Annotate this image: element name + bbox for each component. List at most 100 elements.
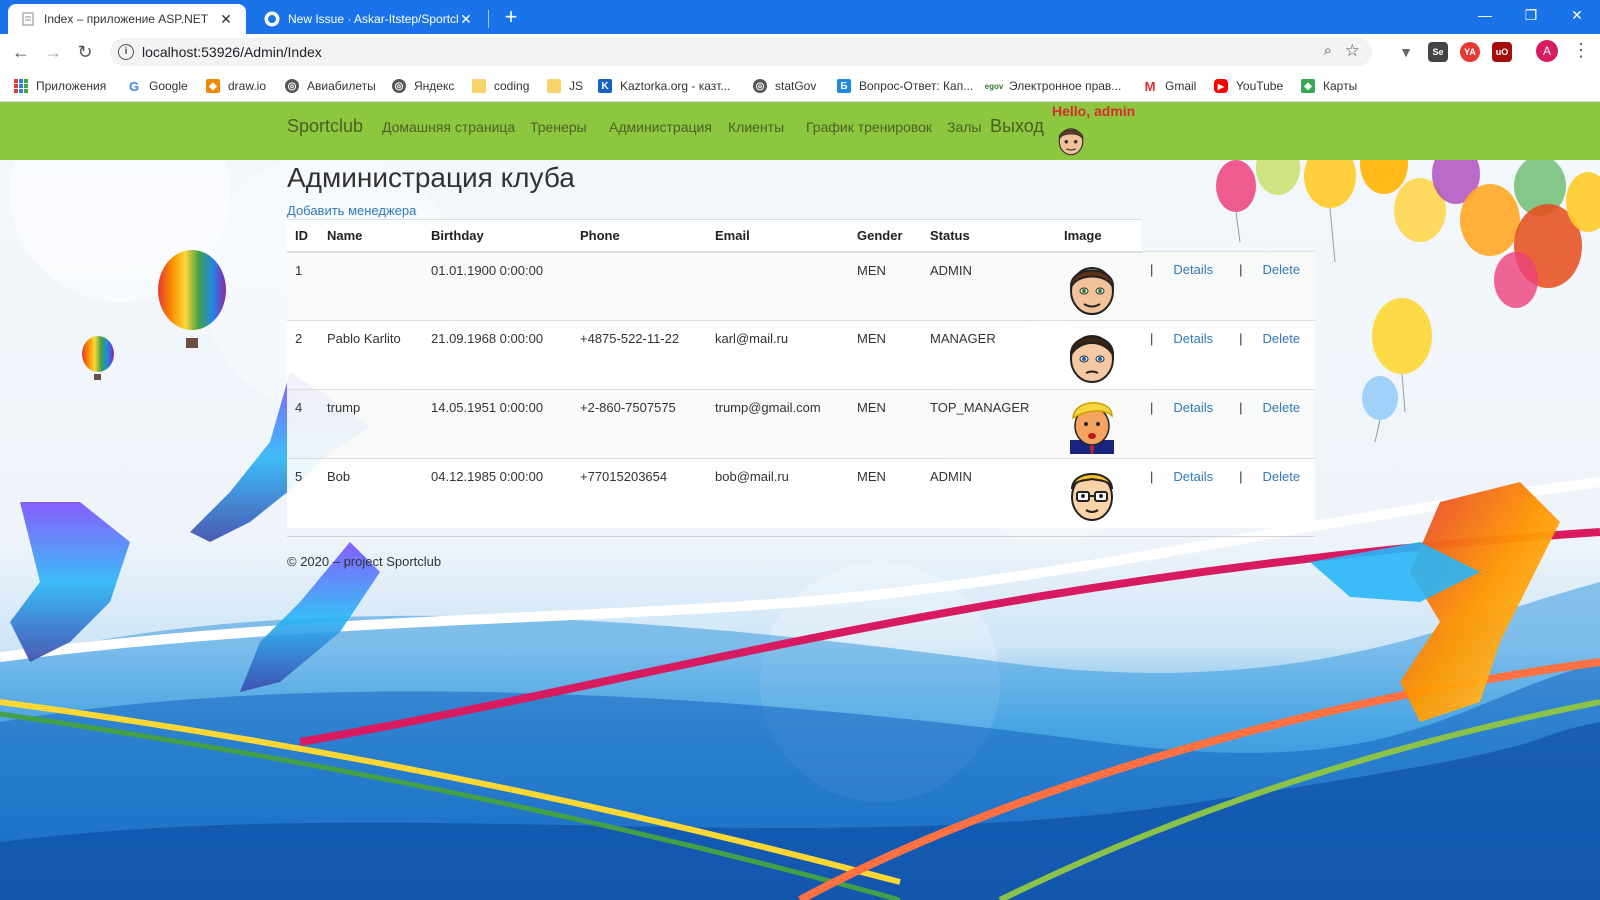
folder-icon	[472, 79, 486, 93]
nav-home[interactable]: Домашняя страница	[382, 119, 515, 135]
egov-icon: egov	[984, 81, 1004, 91]
delete-link[interactable]: Delete	[1263, 331, 1301, 346]
address-bar[interactable]: i localhost:53926/Admin/Index ⌕ ☆	[110, 38, 1372, 66]
bookmark-vopros-otvet[interactable]: Б Вопрос-Ответ: Кап...	[837, 77, 973, 95]
bookmark-drawio[interactable]: ◆ draw.io	[206, 77, 266, 95]
back-arrow-icon[interactable]: ←	[8, 39, 34, 65]
cell-phone: +4875-522-11-22	[572, 320, 707, 390]
url-text[interactable]: localhost:53926/Admin/Index	[142, 44, 322, 60]
cell-birthday: 14.05.1951 0:00:00	[423, 389, 572, 459]
cell-email	[707, 251, 849, 321]
bookmark-label: JS	[569, 79, 584, 93]
bookmark-maps[interactable]: ◈ Карты	[1301, 77, 1357, 95]
nav-trainers[interactable]: Тренеры	[530, 119, 587, 135]
separator: |	[1239, 400, 1243, 415]
bookmark-kaztorka[interactable]: K Kaztorka.org - казт...	[598, 77, 730, 95]
column-header-id: ID	[287, 219, 319, 253]
bookmark-google[interactable]: G Google	[127, 77, 188, 95]
user-avatar[interactable]	[1054, 123, 1088, 157]
cell-id: 1	[287, 251, 319, 321]
details-link[interactable]: Details	[1173, 262, 1213, 277]
bookmark-yandex[interactable]: ◎ Яндекс	[392, 77, 454, 95]
vue-devtools-icon[interactable]: ▼	[1396, 42, 1416, 62]
apps-grid-icon	[14, 79, 28, 93]
bookmark-label: Приложения	[36, 79, 107, 93]
delete-link[interactable]: Delete	[1263, 400, 1301, 415]
bookmark-label: Карты	[1323, 79, 1358, 93]
table-row: 4 trump 14.05.1951 0:00:00 +2-860-750757…	[287, 389, 1315, 459]
separator: |	[1239, 469, 1243, 484]
details-link[interactable]: Details	[1173, 469, 1213, 484]
delete-link[interactable]: Delete	[1263, 262, 1301, 277]
close-tab-icon[interactable]: ✕	[458, 11, 474, 28]
zoom-icon[interactable]: ⌕	[1324, 42, 1332, 59]
tab-new-issue[interactable]: New Issue · Askar-Itstep/Sportclub ✕	[252, 4, 486, 34]
bookmark-apps[interactable]: Приложения	[14, 77, 106, 95]
close-tab-icon[interactable]: ✕	[218, 11, 234, 28]
column-header-email: Email	[707, 219, 849, 253]
cell-status: ADMIN	[922, 251, 1056, 321]
profile-avatar[interactable]: A	[1536, 40, 1558, 62]
brand-link[interactable]: Sportclub	[287, 116, 363, 137]
cell-gender: MEN	[849, 251, 922, 321]
cell-email: karl@mail.ru	[707, 320, 849, 390]
managers-table-wrapper: ID Name Birthday Phone Email Gender Stat…	[287, 219, 1315, 528]
nav-administration[interactable]: Администрация	[609, 119, 712, 135]
bookmark-egov[interactable]: egov Электронное прав...	[984, 77, 1122, 95]
bookmark-js[interactable]: JS	[547, 77, 583, 95]
nav-clients[interactable]: Клиенты	[728, 119, 784, 135]
cell-birthday: 21.09.1968 0:00:00	[423, 320, 572, 390]
nav-schedule[interactable]: График тренировок	[806, 119, 932, 135]
minimize-icon[interactable]: —	[1462, 0, 1508, 30]
separator: |	[1150, 331, 1154, 346]
separator: |	[1150, 400, 1154, 415]
add-manager-link[interactable]: Добавить менеджера	[287, 203, 416, 218]
bookmark-label: Яндекс	[414, 79, 455, 93]
new-tab-icon[interactable]: +	[497, 4, 525, 32]
cell-actions: | Details | Delete	[1142, 389, 1315, 459]
delete-link[interactable]: Delete	[1263, 469, 1301, 484]
page-title: Администрация клуба	[287, 162, 575, 193]
cell-gender: MEN	[849, 320, 922, 390]
separator: |	[1150, 469, 1154, 484]
bookmark-gmail[interactable]: M Gmail	[1143, 77, 1197, 95]
cell-birthday: 04.12.1985 0:00:00	[423, 458, 572, 528]
selenium-icon[interactable]: Se	[1428, 42, 1448, 62]
globe-icon: ◎	[753, 79, 767, 93]
tab-index[interactable]: Index – приложение ASP.NET ✕	[8, 4, 246, 34]
yandex-ext-icon[interactable]: YA	[1460, 42, 1480, 62]
site-info-icon[interactable]: i	[118, 44, 134, 60]
details-link[interactable]: Details	[1173, 331, 1213, 346]
github-icon	[264, 11, 280, 27]
cell-image	[1056, 389, 1142, 459]
cell-id: 5	[287, 458, 319, 528]
document-icon	[20, 11, 36, 27]
cell-name: Pablo Karlito	[319, 320, 423, 390]
bookmark-youtube[interactable]: ▶ YouTube	[1214, 77, 1283, 95]
reload-icon[interactable]: ↻	[72, 39, 98, 65]
window-close-icon[interactable]: ✕	[1554, 0, 1600, 30]
nav-halls[interactable]: Залы	[947, 119, 981, 135]
bookmark-label: Авиабилеты	[307, 79, 376, 93]
bookmark-statgov[interactable]: ◎ statGov	[753, 77, 816, 95]
cell-phone: +77015203654	[572, 458, 707, 528]
logout-link[interactable]: Выход	[990, 116, 1044, 137]
restore-icon[interactable]: ❐	[1508, 0, 1554, 30]
separator: |	[1150, 262, 1154, 277]
column-header-phone: Phone	[572, 219, 707, 253]
man-face-icon	[1069, 335, 1115, 383]
forward-arrow-icon[interactable]: →	[40, 39, 66, 65]
man-face-icon	[1069, 266, 1115, 315]
column-header-gender: Gender	[849, 219, 922, 253]
bookmarks-bar: Приложения G Google ◆ draw.io ◎ Авиабиле…	[0, 70, 1600, 102]
details-link[interactable]: Details	[1173, 400, 1213, 415]
bookmark-star-icon[interactable]: ☆	[1345, 41, 1360, 61]
ublock-icon[interactable]: uO	[1492, 42, 1512, 62]
cell-id: 4	[287, 389, 319, 459]
bookmark-coding[interactable]: coding	[472, 77, 529, 95]
bookmark-label: statGov	[775, 79, 817, 93]
gmail-icon: M	[1144, 78, 1156, 94]
bookmark-aviabilety[interactable]: ◎ Авиабилеты	[285, 77, 376, 95]
cell-gender: MEN	[849, 389, 922, 459]
menu-dots-icon[interactable]: ⋮	[1572, 40, 1590, 61]
